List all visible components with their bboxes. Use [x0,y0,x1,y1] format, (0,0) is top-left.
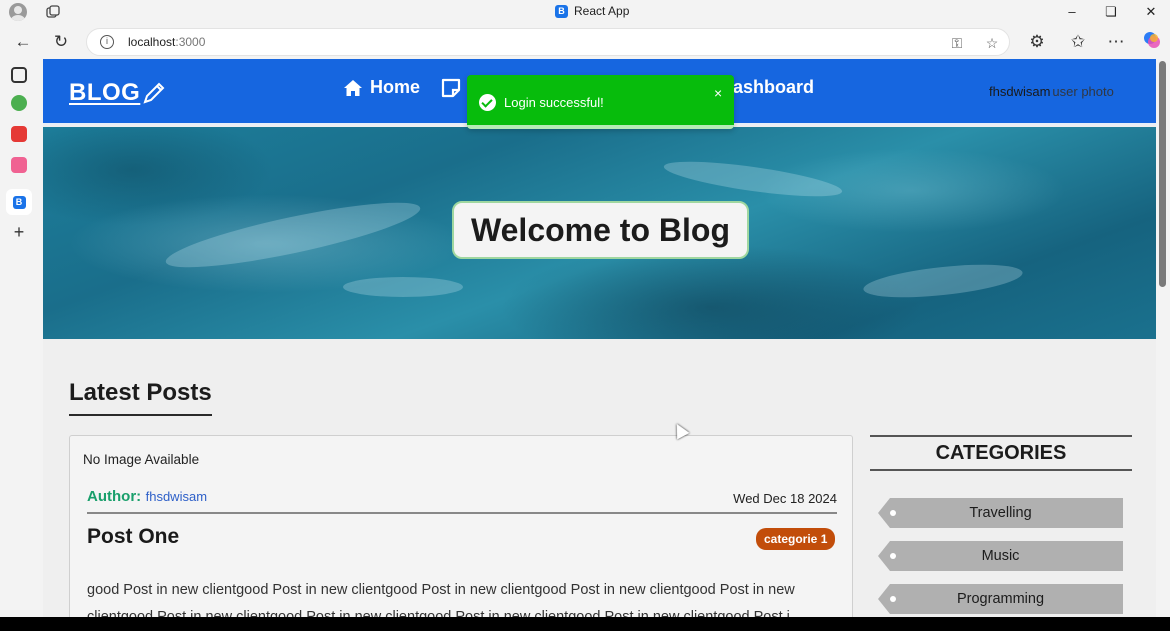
page-viewport: BLOG Home ashboard fhsdwisam user photo [43,59,1156,617]
vertical-sidebar: B + [0,59,40,617]
extension-icon[interactable] [11,95,27,111]
user-profile[interactable]: fhsdwisam user photo [989,84,1114,99]
categories-heading: CATEGORIES [870,435,1132,471]
youtube-icon[interactable] [11,126,27,142]
user-photo: user photo [1052,84,1114,99]
toast-message: Login successful! [504,95,604,110]
youtube-music-icon[interactable] [11,157,27,173]
page-scrollbar[interactable] [1157,59,1168,617]
author-label: Author: [87,488,142,505]
address-bar[interactable]: i localhost:3000 ⚿ ☆ [86,28,1010,56]
post-date: Wed Dec 18 2024 [733,491,837,506]
toolbar: ← ↻ i localhost:3000 ⚿ ☆ ⚙ ✩ ⋯ [0,24,1170,59]
bullet-icon [890,553,896,559]
workspaces-icon[interactable] [45,4,61,20]
post-image-placeholder: No Image Available [83,452,200,467]
restore-icon[interactable]: ❏ [1096,2,1126,22]
pencil-icon [143,82,165,104]
close-window-icon[interactable]: ✕ [1136,2,1166,22]
categories-panel: CATEGORIES Travelling Music Programming [870,435,1132,614]
key-icon[interactable]: ⚿ [947,33,967,53]
nav-create-post[interactable] [440,77,462,99]
section-title: Latest Posts [69,379,212,416]
title-bar: B React App – ❏ ✕ [0,0,1170,24]
logo[interactable]: BLOG [69,79,166,107]
hero-title: Welcome to Blog [452,201,749,259]
refresh-icon[interactable]: ↻ [49,30,73,54]
scrollbar-thumb[interactable] [1159,61,1166,287]
back-icon[interactable]: ← [11,30,35,54]
tab-title: React App [574,4,630,18]
home-icon [344,79,362,96]
user-name: fhsdwisam [989,84,1051,99]
tabs-icon[interactable] [11,67,27,83]
add-icon[interactable]: + [11,223,27,241]
favorites-icon[interactable]: ✩ [1066,30,1090,54]
post-card[interactable]: No Image Available Author: fhsdwisam Wed… [69,435,853,617]
category-item[interactable]: Music [878,541,1123,571]
url-text[interactable]: localhost:3000 [128,35,205,49]
hero-foam [861,258,1025,304]
hero-foam [343,277,463,297]
hero-banner: Welcome to Blog [43,127,1156,339]
nav-home[interactable]: Home [343,77,420,98]
nav-dashboard[interactable]: ashboard [733,77,814,98]
react-app-icon[interactable]: B [6,189,32,215]
post-description: good Post in new clientgood Post in new … [87,582,795,617]
extensions-icon[interactable]: ⚙ [1025,30,1049,54]
post-title[interactable]: Post One [87,525,179,549]
toast-close-icon[interactable]: × [714,85,722,101]
more-icon[interactable]: ⋯ [1104,30,1128,54]
toast-notification[interactable]: Login successful! × [467,75,734,129]
post-meta: Author: fhsdwisam Wed Dec 18 2024 [87,488,837,514]
copilot-icon[interactable] [1140,30,1164,54]
active-tab[interactable]: B React App [555,4,629,18]
favicon-icon: B [555,4,568,18]
hero-foam [162,190,424,280]
bullet-icon [890,596,896,602]
favorite-star-icon[interactable]: ☆ [982,33,1002,53]
bullet-icon [890,510,896,516]
profile-icon[interactable] [9,3,27,21]
category-badge[interactable]: categorie 1 [756,528,836,550]
hero-foam [662,154,844,204]
toast-progress-bar [467,125,734,129]
author-link[interactable]: fhsdwisam [146,489,207,504]
note-icon [441,78,461,98]
browser-window: B React App – ❏ ✕ ← ↻ i localhost:3000 ⚿… [0,0,1170,617]
minimize-icon[interactable]: – [1057,2,1087,22]
site-info-icon[interactable]: i [100,35,114,49]
category-item[interactable]: Programming [878,584,1123,614]
check-circle-icon [479,94,496,111]
category-item[interactable]: Travelling [878,498,1123,528]
